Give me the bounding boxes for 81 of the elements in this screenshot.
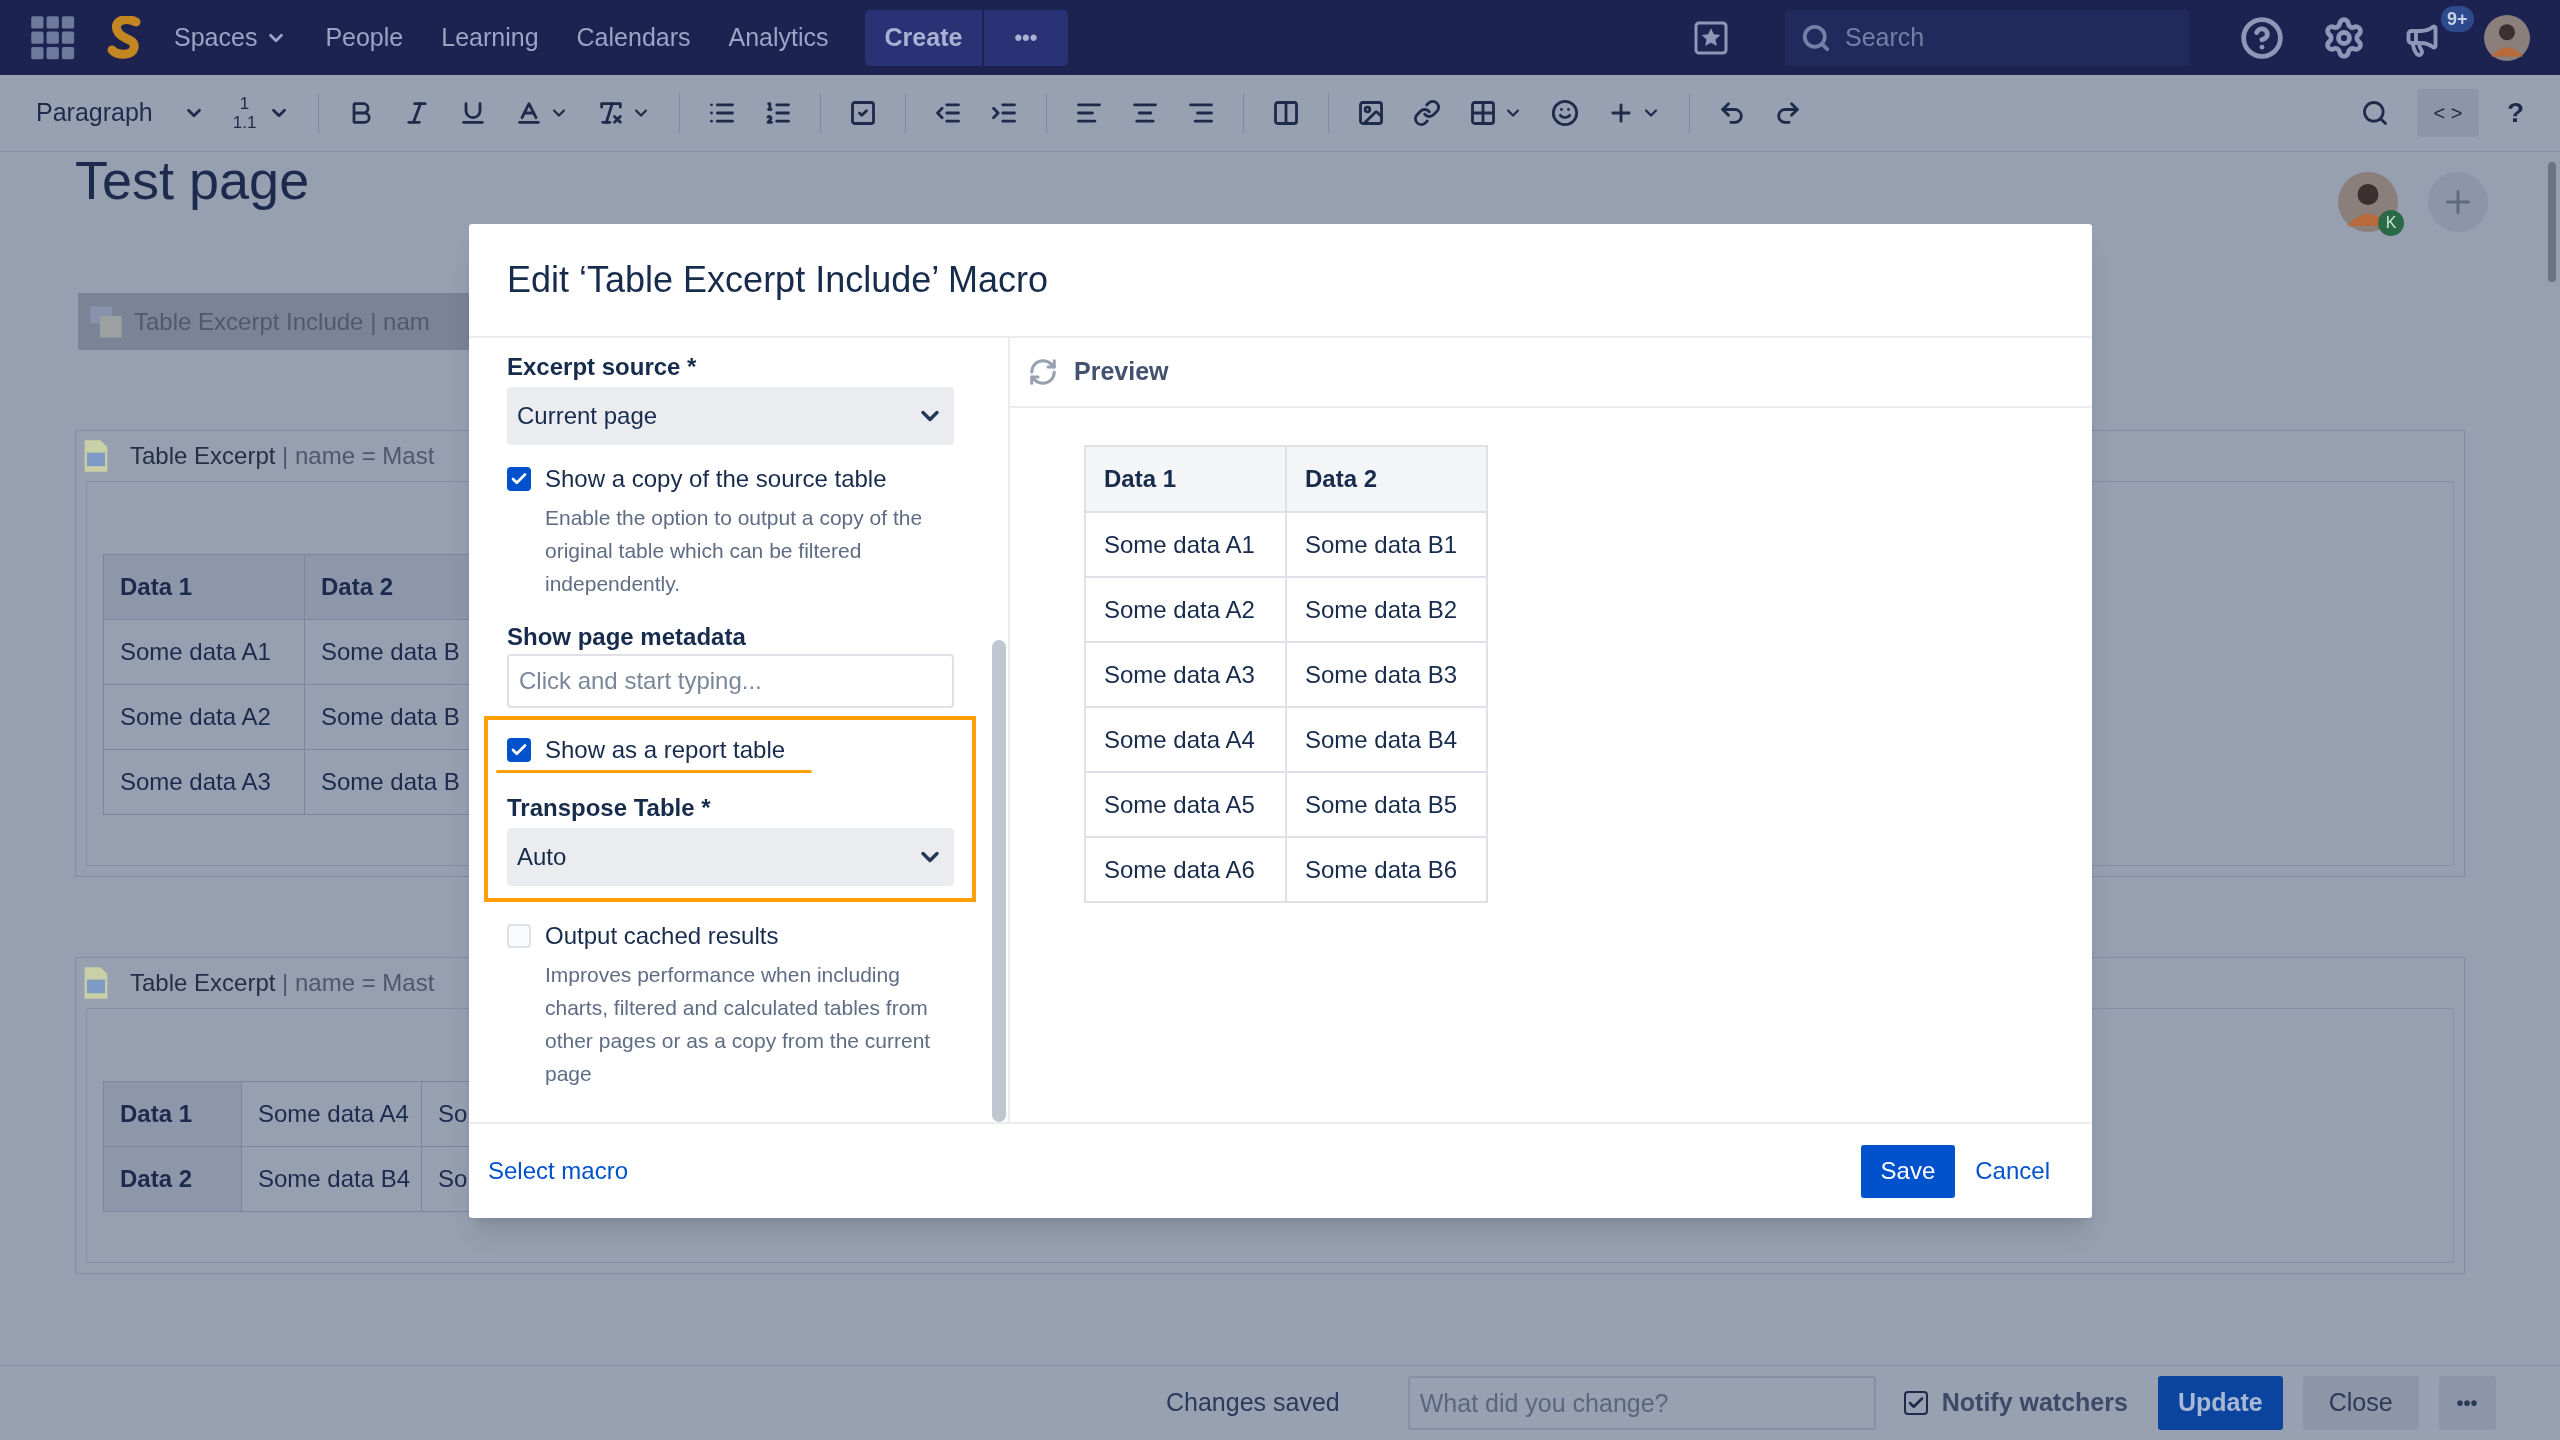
table-header-cell: Data 2 <box>104 1147 242 1212</box>
table-cell: Some data B2 <box>1287 578 1488 643</box>
select-field[interactable]: Auto <box>507 828 954 886</box>
table-document-icon <box>82 966 110 1000</box>
task-list-icon[interactable] <box>849 99 878 127</box>
update-button[interactable]: Update <box>2157 1376 2283 1430</box>
table-header-cell: Data 1 <box>104 555 305 620</box>
table-cell: Some data A4 <box>242 1082 422 1147</box>
table-cell: Some data B4 <box>242 1147 422 1212</box>
table-cell: Some data A3 <box>104 750 305 815</box>
checkbox-label: Show a copy of the source table <box>545 464 887 494</box>
table-icon[interactable] <box>1469 99 1498 127</box>
notification-badge: 9+ <box>2441 5 2474 32</box>
cancel-button[interactable]: Cancel <box>1967 1144 2058 1198</box>
help-icon[interactable] <box>2240 15 2284 60</box>
table-cell: Some data B1 <box>1287 513 1488 578</box>
checkbox[interactable] <box>1903 1391 1928 1415</box>
app-grid-icon[interactable] <box>30 14 76 61</box>
nav-link[interactable]: Calendars <box>576 18 691 57</box>
preview-heading: Preview <box>1074 356 1169 388</box>
checkbox-label: Show as a report table <box>545 735 786 765</box>
field-description: Enable the option to output a copy of the original table which can be filtered independently. <box>545 505 924 597</box>
paragraph-style-dropdown[interactable]: Paragraph <box>36 94 205 132</box>
emoji-icon[interactable] <box>1551 99 1580 127</box>
heading-numbering-dropdown[interactable]: 1 1.1 <box>232 94 291 132</box>
save-button[interactable]: Save <box>1860 1144 1956 1198</box>
save-status: Changes saved <box>1166 1387 1340 1419</box>
more-button[interactable]: ••• <box>2438 1376 2496 1430</box>
field-label: Show page metadata <box>507 622 747 652</box>
table-cell: Some data A3 <box>1086 643 1287 708</box>
nav-link[interactable]: Spaces <box>174 18 288 57</box>
refresh-icon[interactable] <box>1028 357 1058 387</box>
search-field[interactable]: Search <box>1785 9 2190 66</box>
table-cell: Some data A6 <box>1086 838 1287 903</box>
table-cell: Some data B6 <box>1287 838 1488 903</box>
table-header-cell: Data 2 <box>1287 447 1488 513</box>
field-label: Transpose Table * <box>507 793 712 823</box>
table-header-cell: Data 1 <box>1086 447 1287 513</box>
nav-link[interactable]: People <box>325 18 404 57</box>
table-cell: Some data A1 <box>1086 513 1287 578</box>
nav-link[interactable]: Learning <box>441 18 539 57</box>
checkbox-label: Output cached results <box>545 921 779 951</box>
table-cell: Some data A2 <box>1086 578 1287 643</box>
numbered-list-icon[interactable] <box>764 99 793 127</box>
checkbox[interactable] <box>507 738 531 762</box>
field-label: Excerpt source * <box>507 352 698 382</box>
nav-link[interactable]: Analytics <box>728 18 829 57</box>
table-header-cell: Data 1 <box>104 1082 242 1147</box>
create-button[interactable]: Create <box>864 9 983 66</box>
source-code-button[interactable]: < > <box>2416 89 2479 137</box>
more-button[interactable]: ••• <box>984 9 1068 66</box>
search-icon[interactable] <box>2360 99 2389 127</box>
layout-icon[interactable] <box>1272 99 1301 127</box>
macro-icon <box>88 303 124 340</box>
metadata-field[interactable]: Click and start typing... <box>507 654 954 708</box>
table-cell: Some data B5 <box>1287 773 1488 838</box>
table-cell: Some data A5 <box>1086 773 1287 838</box>
settings-icon[interactable] <box>2322 15 2366 60</box>
avatar[interactable] <box>2484 14 2530 61</box>
collaborator-badge: K <box>2378 210 2404 236</box>
checkbox-label: Notify watchers <box>1941 1387 2128 1419</box>
dialog-title: Edit ‘Table Excerpt Include’ Macro <box>507 258 1048 302</box>
macro-title: Table Excerpt | name = Mast <box>130 968 435 998</box>
link-icon[interactable] <box>1413 99 1442 127</box>
change-comment-field[interactable]: What did you change? <box>1407 1376 1876 1430</box>
close-button[interactable]: Close <box>2302 1376 2419 1430</box>
search-icon <box>1801 22 1831 53</box>
image-icon[interactable] <box>1357 99 1386 127</box>
select-field[interactable]: Current page <box>507 387 954 445</box>
macro-title: Table Excerpt | name = Mast <box>130 441 435 471</box>
page-title: Test page <box>75 150 310 210</box>
table-cell: Some data B3 <box>1287 643 1488 708</box>
table-cell: Some data A1 <box>104 620 305 685</box>
table-document-icon <box>82 439 110 473</box>
table-cell: Some data A2 <box>104 685 305 750</box>
help-button[interactable]: ? <box>2506 92 2524 134</box>
avatar[interactable] <box>2338 172 2398 232</box>
starred-icon[interactable] <box>1693 19 1729 56</box>
table-cell: Some data A4 <box>1086 708 1287 773</box>
table-cell: Some data B4 <box>1287 708 1488 773</box>
checkbox[interactable] <box>507 467 531 491</box>
